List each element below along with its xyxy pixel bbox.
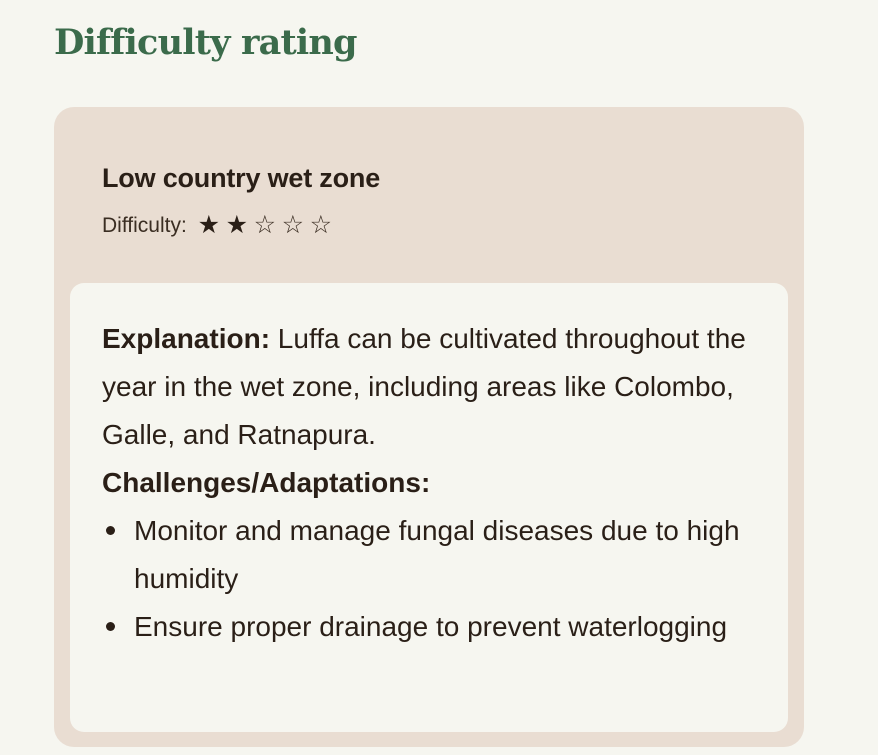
- star-empty-icon: ☆: [309, 211, 333, 239]
- star-filled-icon: ★: [225, 211, 249, 239]
- details-content: Explanation: Luffa can be cultivated thr…: [102, 315, 752, 651]
- explanation-label: Explanation:: [102, 323, 271, 354]
- bullet-icon: [106, 622, 115, 631]
- section-title: Difficulty rating: [54, 22, 358, 63]
- explanation: Explanation: Luffa can be cultivated thr…: [102, 315, 752, 459]
- star-empty-icon: ☆: [281, 211, 305, 239]
- star-filled-icon: ★: [197, 211, 221, 239]
- challenge-text: Ensure proper drainage to prevent waterl…: [134, 611, 728, 642]
- list-item: Ensure proper drainage to prevent waterl…: [102, 603, 752, 651]
- list-item: Monitor and manage fungal diseases due t…: [102, 507, 752, 603]
- difficulty-label: Difficulty:: [102, 213, 187, 237]
- challenges-list: Monitor and manage fungal diseases due t…: [102, 507, 752, 651]
- bullet-icon: [106, 526, 115, 535]
- challenge-text: Monitor and manage fungal diseases due t…: [134, 515, 740, 594]
- details-card: Explanation: Luffa can be cultivated thr…: [70, 283, 788, 732]
- star-rating: ★ ★ ☆ ☆ ☆: [195, 213, 335, 238]
- challenges-heading: Challenges/Adaptations:: [102, 467, 431, 498]
- zone-card: Low country wet zone Difficulty: ★ ★ ☆ ☆…: [54, 107, 804, 747]
- difficulty-rating: Difficulty: ★ ★ ☆ ☆ ☆: [102, 213, 335, 238]
- zone-title: Low country wet zone: [102, 163, 381, 193]
- star-empty-icon: ☆: [253, 211, 277, 239]
- explanation-paragraph: Explanation: Luffa can be cultivated thr…: [102, 315, 752, 459]
